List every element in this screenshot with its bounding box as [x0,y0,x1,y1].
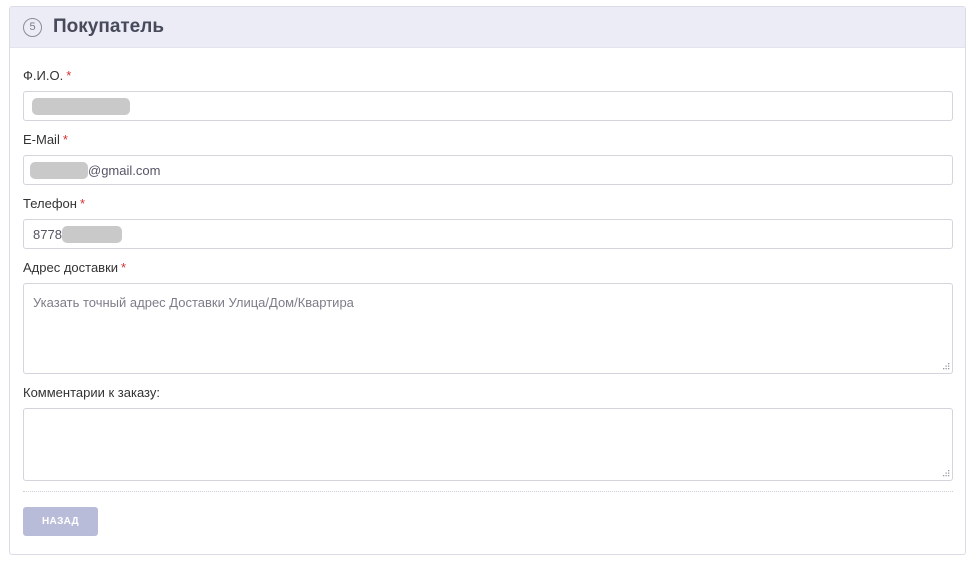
email-input[interactable]: @gmail.com [23,155,953,185]
resize-grip-icon[interactable] [941,469,950,478]
address-placeholder: Указать точный адрес Доставки Улица/Дом/… [33,295,354,310]
phone-prefix: 8778 [33,226,62,242]
address-textarea[interactable]: Указать точный адрес Доставки Улица/Дом/… [23,283,953,374]
step-number: 5 [29,21,36,33]
phone-label-text: Телефон [23,196,77,211]
phone-input[interactable]: 8778 [23,219,953,249]
comment-label-text: Комментарии к заказу: [23,385,160,400]
required-mark: * [121,260,127,275]
required-mark: * [79,196,85,211]
redacted-value [32,97,130,115]
fio-input[interactable] [23,91,953,121]
email-label-text: E-Mail [23,132,60,147]
comment-textarea[interactable] [23,408,953,481]
redacted-value [61,225,122,243]
resize-grip-icon[interactable] [941,362,950,371]
comment-label: Комментарии к заказу: [23,385,160,400]
address-label-text: Адрес доставки [23,260,119,275]
back-button[interactable]: НАЗАД [23,507,98,536]
redacted-value [30,161,88,179]
phone-label: Телефон * [23,196,85,211]
fio-label: Ф.И.О. * [23,68,71,83]
section-header: 5 Покупатель [10,7,965,48]
required-mark: * [62,132,68,147]
step-number-badge: 5 [23,17,42,37]
email-domain: @gmail.com [88,162,161,178]
address-label: Адрес доставки * [23,260,126,275]
fio-label-text: Ф.И.О. [23,68,64,83]
section-title: Покупатель [53,16,165,37]
buyer-section-panel: 5 Покупатель Ф.И.О. * E-Mail * @gmail.com … [9,6,966,555]
form-divider [23,491,953,492]
required-mark: * [66,68,72,83]
email-label: E-Mail * [23,132,68,147]
